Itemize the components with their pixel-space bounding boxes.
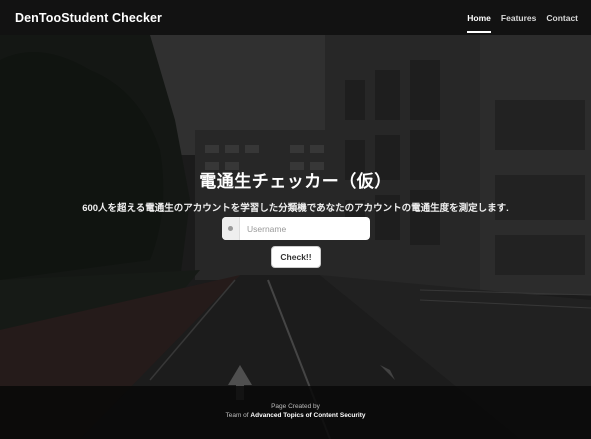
hero-title: 電通生チェッカー（仮） (199, 172, 392, 191)
footer-credit: Page Created by (271, 403, 320, 410)
footer: Page Created by Team of Advanced Topics … (0, 386, 591, 439)
brand-link[interactable]: DenTooStudent Checker (15, 11, 162, 25)
check-button[interactable]: Check!! (271, 246, 321, 268)
nav-item-contact[interactable]: Contact (546, 0, 578, 35)
nav-item-features[interactable]: Features (501, 0, 536, 35)
hero-subtitle: 600人を超える電通生のアカウントを学習した分類機であなたのアカウントの電通生度… (82, 203, 509, 214)
nav-item-home[interactable]: Home (467, 0, 491, 35)
hero: 電通生チェッカー（仮） 600人を超える電通生のアカウントを学習した分類機であな… (0, 167, 591, 214)
nav-menu: Home Features Contact (467, 0, 578, 35)
footer-team: Team of Advanced Topics of Content Secur… (0, 412, 591, 419)
navbar: DenTooStudent Checker Home Features Cont… (0, 0, 591, 35)
footer-team-prefix: Team of (225, 412, 249, 419)
footer-team-name: Advanced Topics of Content Security (250, 412, 366, 419)
user-icon (222, 217, 240, 240)
username-input[interactable] (240, 217, 370, 240)
username-input-group (222, 217, 370, 240)
